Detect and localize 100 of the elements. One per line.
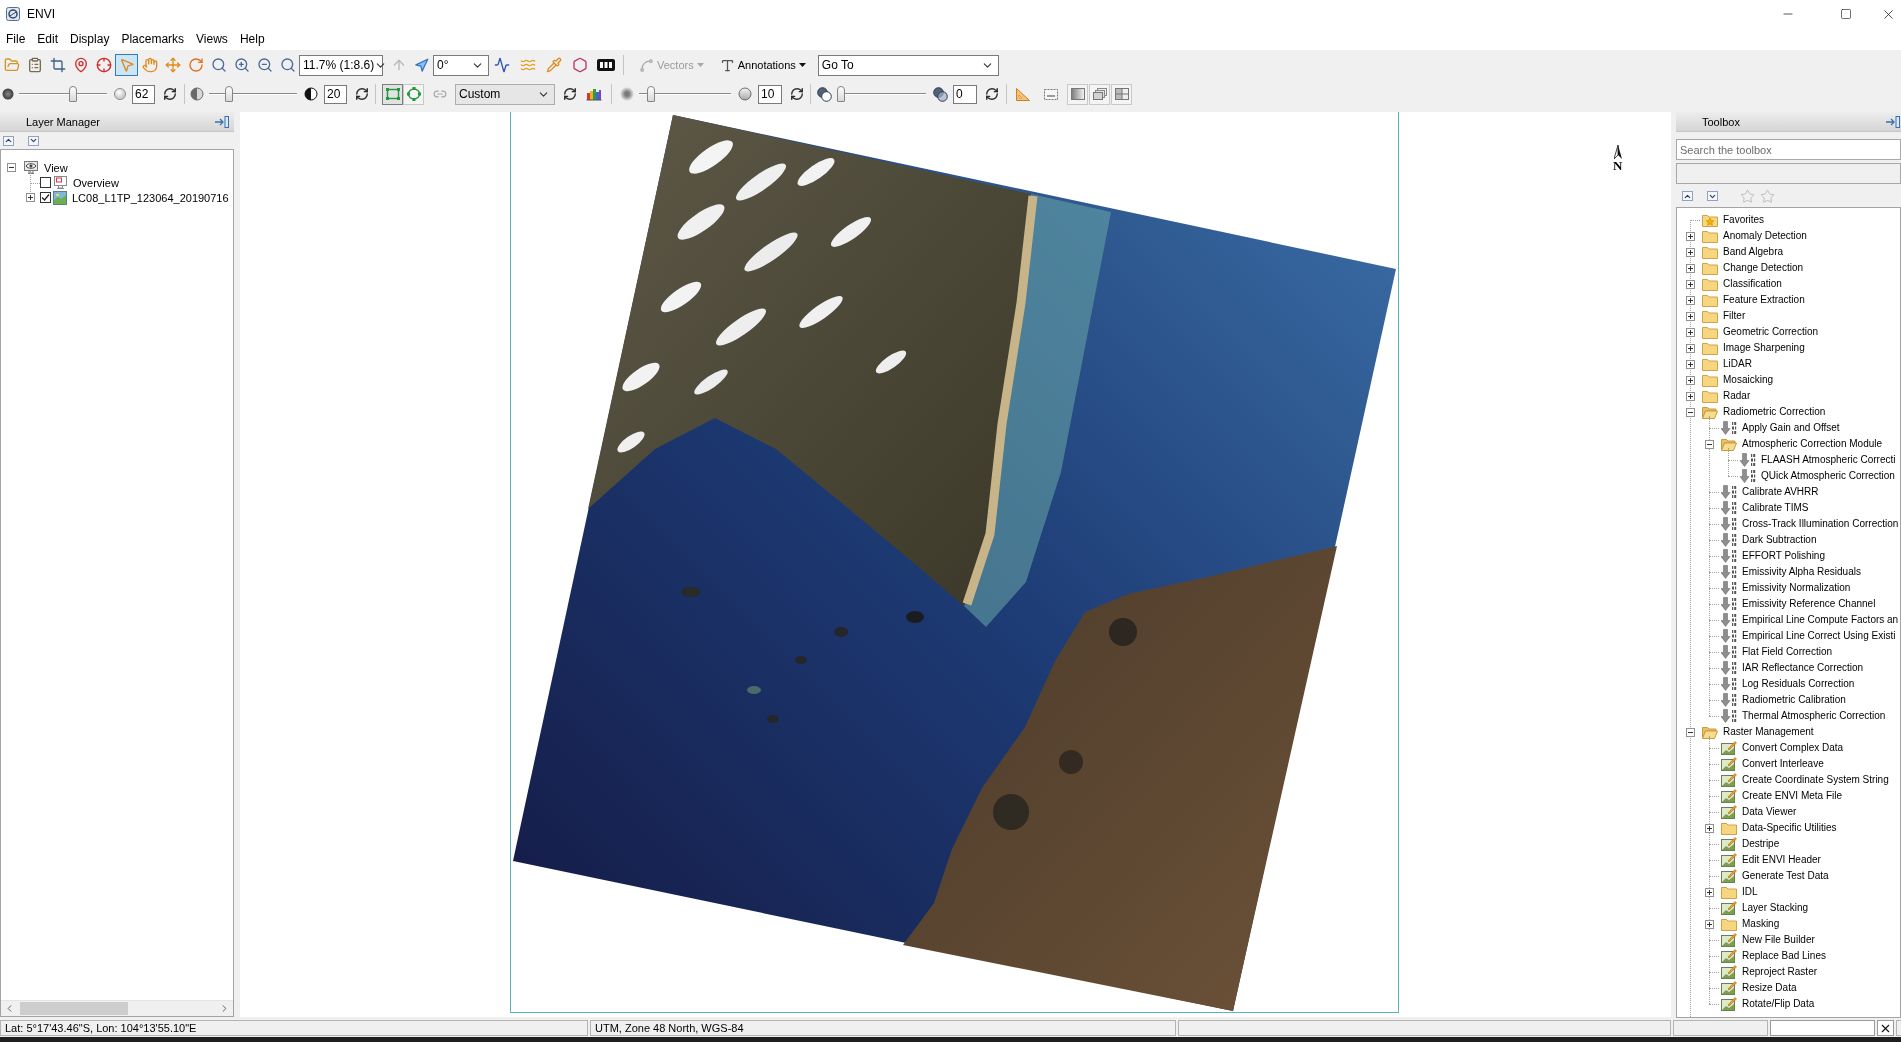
tree-item[interactable]: Dark Subtraction xyxy=(1741,533,1818,547)
zoom-level-dropdown[interactable]: 11.7% (1:8.6) xyxy=(299,54,383,76)
tree-item[interactable]: IDL xyxy=(1741,885,1759,899)
tree-item[interactable]: Classification xyxy=(1722,277,1783,291)
plus-box-icon[interactable] xyxy=(1704,887,1714,897)
plus-box-icon[interactable] xyxy=(1685,231,1695,241)
tree-item[interactable]: Rotate/Flip Data xyxy=(1741,997,1816,1011)
dock-icon[interactable] xyxy=(1885,114,1901,129)
extent-button[interactable] xyxy=(382,83,403,105)
tree-item[interactable]: Radar xyxy=(1722,389,1752,403)
menu-item[interactable]: File xyxy=(0,29,32,49)
tree-item[interactable]: Destripe xyxy=(1741,837,1781,851)
tree-item[interactable]: Emissivity Normalization xyxy=(1741,581,1852,595)
move-down-button[interactable] xyxy=(28,135,39,146)
move-up-button[interactable] xyxy=(3,135,14,146)
tree-item[interactable]: IAR Reflectance Correction xyxy=(1741,661,1865,675)
minus-box-icon[interactable] xyxy=(1704,439,1714,449)
tree-item[interactable]: Radiometric Correction xyxy=(1722,405,1827,419)
tree-item[interactable]: Band Algebra xyxy=(1722,245,1785,259)
tree-item[interactable]: View xyxy=(43,160,69,175)
tree-item[interactable]: Empirical Line Compute Factors an xyxy=(1741,613,1900,627)
tree-item[interactable]: Feature Extraction xyxy=(1722,293,1806,307)
tree-item[interactable]: Layer Stacking xyxy=(1741,901,1810,915)
minus-box-icon[interactable] xyxy=(1685,727,1695,737)
tree-item[interactable]: Edit ENVI Header xyxy=(1741,853,1822,867)
tree-item[interactable]: Image Sharpening xyxy=(1722,341,1806,355)
move-down-button[interactable] xyxy=(1707,191,1718,201)
move-up-button[interactable] xyxy=(1682,191,1693,201)
tree-item[interactable]: Favorites xyxy=(1722,213,1766,227)
checkbox[interactable] xyxy=(40,192,51,203)
plus-box-icon[interactable] xyxy=(1685,263,1695,273)
tree-item[interactable]: Raster Management xyxy=(1722,725,1815,739)
tree-item[interactable]: Convert Interleave xyxy=(1741,757,1825,771)
tree-item[interactable]: Filter xyxy=(1722,309,1747,323)
plus-box-icon[interactable] xyxy=(25,193,35,202)
slider-thumb[interactable] xyxy=(68,86,77,102)
go-to-field[interactable]: Go To xyxy=(817,54,999,76)
tree-item[interactable]: Reproject Raster xyxy=(1741,965,1819,979)
checkbox[interactable] xyxy=(40,177,51,188)
pointer-tool-button[interactable] xyxy=(115,54,138,76)
brightness-input[interactable]: 62 xyxy=(132,84,155,104)
plus-box-icon[interactable] xyxy=(1704,919,1714,929)
tree-item[interactable]: Cross-Track Illumination Correction xyxy=(1741,517,1900,531)
annotations-menu[interactable]: Annotations xyxy=(716,54,809,76)
transparency-input[interactable]: 0 xyxy=(953,84,977,104)
menu-item[interactable]: Edit xyxy=(31,29,65,49)
tree-item[interactable]: Atmospheric Correction Module xyxy=(1741,437,1884,451)
slider-thumb[interactable] xyxy=(837,86,845,102)
menu-item[interactable]: Display xyxy=(64,29,116,49)
tree-item[interactable]: EFFORT Polishing xyxy=(1741,549,1826,563)
scrollbar-thumb[interactable] xyxy=(20,1002,128,1015)
tree-item[interactable]: Data-Specific Utilities xyxy=(1741,821,1838,835)
stretch-dropdown[interactable]: Custom xyxy=(455,83,555,105)
tree-item[interactable]: Change Detection xyxy=(1722,261,1805,275)
slider-thumb[interactable] xyxy=(225,86,233,102)
tree-item[interactable]: LiDAR xyxy=(1722,357,1753,371)
view-button[interactable] xyxy=(1089,83,1110,105)
plus-box-icon[interactable] xyxy=(1685,311,1695,321)
tree-item[interactable]: Masking xyxy=(1741,917,1781,931)
horizontal-scrollbar[interactable] xyxy=(1,1000,233,1016)
tree-item[interactable]: Overview xyxy=(72,175,120,190)
tree-item[interactable]: Resize Data xyxy=(1741,981,1798,995)
tree-item[interactable]: Apply Gain and Offset xyxy=(1741,421,1841,435)
dock-icon[interactable] xyxy=(214,114,230,129)
plus-box-icon[interactable] xyxy=(1685,391,1695,401)
plus-box-icon[interactable] xyxy=(1685,343,1695,353)
menu-item[interactable]: Placemarks xyxy=(115,29,191,49)
view-button[interactable] xyxy=(1111,83,1132,105)
minus-box-icon[interactable] xyxy=(1685,407,1695,417)
tree-item[interactable]: Replace Bad Lines xyxy=(1741,949,1827,963)
tree-item[interactable]: QUick Atmospheric Correction xyxy=(1760,469,1896,483)
plus-box-icon[interactable] xyxy=(1685,359,1695,369)
contrast-input[interactable]: 20 xyxy=(324,84,347,104)
plus-box-icon[interactable] xyxy=(1685,247,1695,257)
tree-item[interactable]: Geometric Correction xyxy=(1722,325,1820,339)
plus-box-icon[interactable] xyxy=(1704,823,1714,833)
tree-item[interactable]: LC08_L1TP_123064_20190716 xyxy=(71,190,230,205)
tree-item[interactable]: Generate Test Data xyxy=(1741,869,1830,883)
tree-item[interactable]: Radiometric Calibration xyxy=(1741,693,1847,707)
tree-item[interactable]: New File Builder xyxy=(1741,933,1816,947)
tree-item[interactable]: Thermal Atmospheric Correction xyxy=(1741,709,1887,723)
tree-item[interactable]: Calibrate TIMS xyxy=(1741,501,1810,515)
tree-item[interactable]: Mosaicking xyxy=(1722,373,1775,387)
minus-box-icon[interactable] xyxy=(6,163,16,172)
tree-item[interactable]: Log Residuals Correction xyxy=(1741,677,1856,691)
tree-item[interactable]: Empirical Line Correct Using Existi xyxy=(1741,629,1897,643)
tree-item[interactable]: Calibrate AVHRR xyxy=(1741,485,1820,499)
extent-button[interactable] xyxy=(403,83,424,105)
menu-item[interactable]: Help xyxy=(233,29,271,49)
search-field[interactable]: Search the toolbox xyxy=(1676,139,1901,160)
rotation-dropdown[interactable]: 0° xyxy=(433,54,489,76)
sharpen-input[interactable]: 10 xyxy=(758,84,782,104)
tree-item[interactable]: Create ENVI Meta File xyxy=(1741,789,1844,803)
status-field[interactable] xyxy=(1770,1020,1875,1036)
tree-item[interactable]: Emissivity Reference Channel xyxy=(1741,597,1877,611)
slider-thumb[interactable] xyxy=(647,86,656,102)
plus-box-icon[interactable] xyxy=(1685,279,1695,289)
tree-item[interactable]: Emissivity Alpha Residuals xyxy=(1741,565,1862,579)
clear-button[interactable] xyxy=(1877,1020,1894,1036)
tree-item[interactable]: Flat Field Correction xyxy=(1741,645,1834,659)
